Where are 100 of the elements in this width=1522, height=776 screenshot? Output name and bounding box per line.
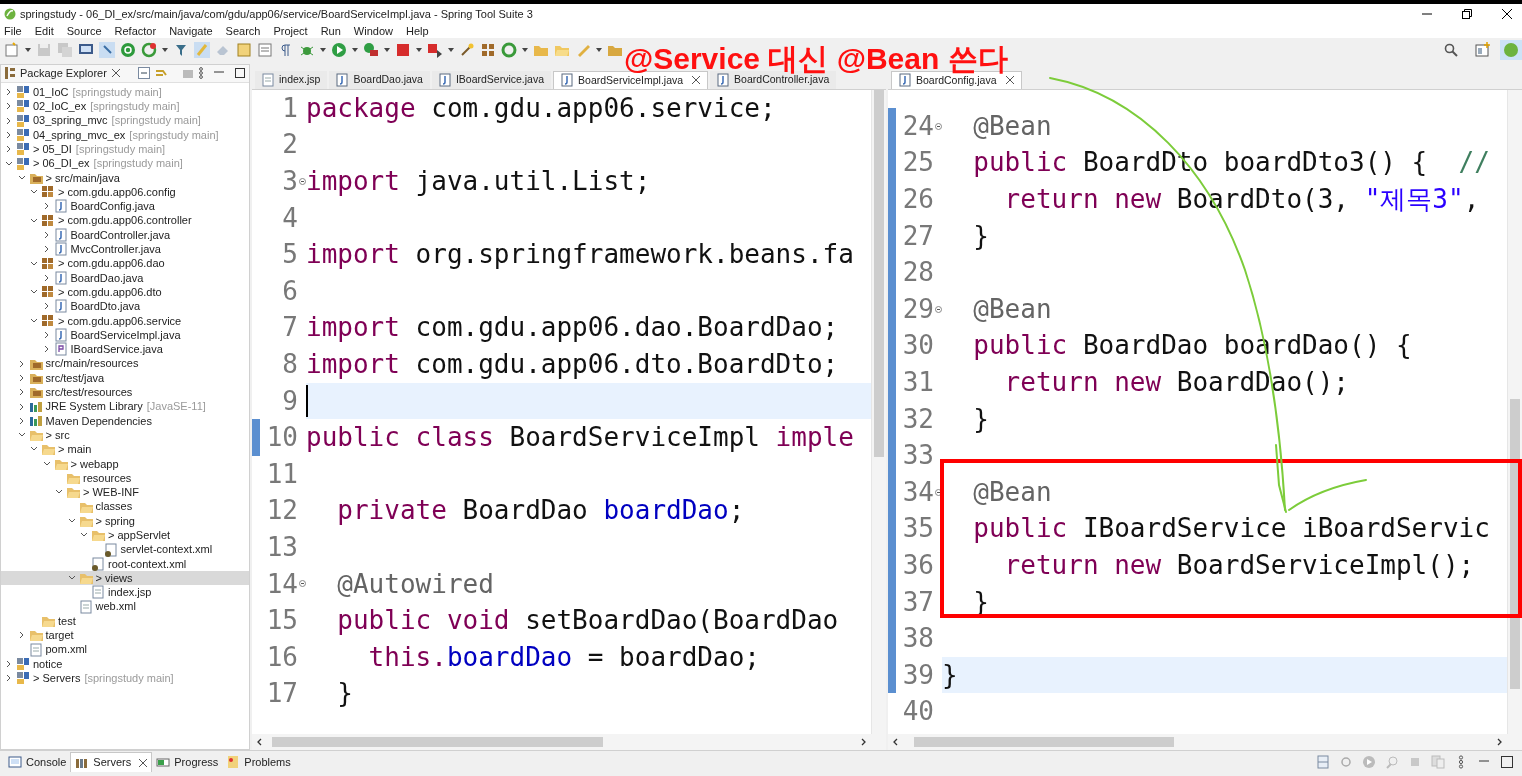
- chevron-down-icon[interactable]: [5, 159, 13, 168]
- chevron-right-icon[interactable]: [42, 245, 51, 254]
- panel-tab[interactable]: Progress: [152, 752, 223, 773]
- maximize-icon[interactable]: [1500, 755, 1514, 770]
- tree-item[interactable]: servlet-context.xml: [1, 542, 249, 557]
- tree-item[interactable]: > 05_DI [springstudy main]: [1, 142, 249, 157]
- tree-item[interactable]: classes: [1, 499, 249, 514]
- tree-item[interactable]: BoardDao.java: [1, 270, 249, 286]
- tree-item[interactable]: test: [1, 613, 249, 629]
- tree-item[interactable]: > com.gdu.app06.controller: [1, 213, 249, 228]
- panel-tab[interactable]: Servers: [70, 752, 153, 773]
- chevron-right-icon[interactable]: [17, 416, 26, 425]
- tree-item[interactable]: BoardConfig.java: [1, 199, 249, 214]
- deploy-icon[interactable]: [427, 41, 443, 58]
- tree-item[interactable]: pom.xml: [1, 642, 249, 657]
- dropdown-icon[interactable]: [384, 47, 390, 52]
- stop-icon[interactable]: [395, 41, 411, 58]
- tree-item[interactable]: 02_IoC_ex [springstudy main]: [1, 99, 249, 114]
- editor-tab[interactable]: IBoardService.java: [431, 70, 552, 89]
- chevron-right-icon[interactable]: [42, 345, 51, 354]
- tree-item[interactable]: src/test/java: [1, 370, 249, 386]
- power-icon[interactable]: [120, 41, 136, 58]
- tree-item[interactable]: > com.gdu.app06.config: [1, 184, 249, 200]
- chevron-down-icon[interactable]: [42, 459, 51, 468]
- package-icon[interactable]: [480, 41, 496, 58]
- dropdown-icon[interactable]: [448, 47, 454, 52]
- vertical-scrollbar[interactable]: [1507, 89, 1522, 735]
- tree-item[interactable]: src/test/resources: [1, 385, 249, 400]
- chevron-right-icon[interactable]: [5, 102, 13, 111]
- tree-item[interactable]: > src: [1, 428, 249, 443]
- tree-item[interactable]: Maven Dependencies: [1, 413, 249, 428]
- menu-item[interactable]: Refactor: [114, 22, 157, 40]
- tree-item[interactable]: > WEB-INF: [1, 485, 249, 500]
- chevron-right-icon[interactable]: [42, 231, 51, 239]
- chevron-right-icon[interactable]: [5, 145, 13, 154]
- close-icon[interactable]: [111, 69, 120, 78]
- tree-item[interactable]: resources: [1, 470, 249, 486]
- fold-icon[interactable]: [934, 122, 942, 130]
- fold-icon[interactable]: [298, 580, 306, 588]
- chevron-down-icon[interactable]: [17, 173, 26, 182]
- vertical-scrollbar[interactable]: [871, 89, 886, 735]
- tree-item[interactable]: > main: [1, 442, 249, 457]
- tree-item[interactable]: BoardController.java: [1, 227, 249, 243]
- menu-item[interactable]: Edit: [34, 22, 54, 40]
- close-icon[interactable]: [692, 76, 701, 85]
- chevron-right-icon[interactable]: [17, 388, 26, 397]
- run-tool-icon[interactable]: [363, 41, 379, 58]
- tree-item[interactable]: target: [1, 628, 249, 643]
- collapse-all-icon[interactable]: [138, 67, 150, 80]
- menu-item[interactable]: File: [4, 22, 22, 40]
- panel-tab[interactable]: Problems: [222, 752, 295, 773]
- tree-item[interactable]: BoardDto.java: [1, 299, 249, 314]
- menu-item[interactable]: Window: [353, 22, 393, 40]
- open-perspective-icon[interactable]: [1475, 41, 1491, 58]
- tree-item[interactable]: BoardServiceImpl.java: [1, 327, 249, 343]
- tree-item[interactable]: > views: [1, 570, 249, 586]
- cycle-icon[interactable]: [501, 41, 517, 58]
- tree-item[interactable]: > com.gdu.app06.dto: [1, 285, 249, 300]
- tree-item[interactable]: 04_spring_mvc_ex [springstudy main]: [1, 127, 249, 143]
- fold-icon[interactable]: [934, 305, 942, 313]
- chevron-right-icon[interactable]: [42, 302, 51, 311]
- close-icon[interactable]: [1005, 76, 1014, 85]
- dropdown-icon[interactable]: [416, 47, 422, 52]
- close-icon[interactable]: [139, 758, 148, 767]
- scroll-thumb[interactable]: [1510, 399, 1520, 689]
- scroll-thumb[interactable]: [913, 737, 1174, 748]
- chevron-right-icon[interactable]: [5, 659, 13, 668]
- scroll-thumb[interactable]: [271, 737, 603, 748]
- play-icon[interactable]: [331, 41, 347, 58]
- tree-item[interactable]: JRE System Library [JavaSE-11]: [1, 399, 249, 414]
- tree-item[interactable]: > Servers [springstudy main]: [1, 671, 249, 686]
- tree-item[interactable]: notice: [1, 656, 249, 672]
- chevron-down-icon[interactable]: [67, 516, 76, 525]
- tree-item[interactable]: > spring: [1, 513, 249, 529]
- more-options-icon[interactable]: [199, 67, 203, 80]
- fold-icon[interactable]: [298, 177, 306, 185]
- tree-item[interactable]: MvcController.java: [1, 242, 249, 257]
- tree-item[interactable]: > com.gdu.app06.service: [1, 313, 249, 328]
- tree-item[interactable]: > com.gdu.app06.dao: [1, 256, 249, 271]
- menu-item[interactable]: Run: [320, 22, 341, 40]
- tree-item[interactable]: root-context.xml: [1, 556, 249, 571]
- chevron-right-icon[interactable]: [5, 130, 13, 139]
- chevron-right-icon[interactable]: [5, 116, 13, 125]
- tree-item[interactable]: 03_spring_mvc [springstudy main]: [1, 113, 249, 128]
- fold-icon[interactable]: [934, 488, 942, 496]
- wizard-icon[interactable]: [459, 41, 475, 58]
- scroll-thumb[interactable]: [874, 89, 884, 458]
- dropdown-icon[interactable]: [320, 47, 326, 52]
- dropdown-icon[interactable]: [596, 47, 602, 52]
- dropdown-icon[interactable]: [25, 47, 31, 52]
- chevron-right-icon[interactable]: [5, 674, 13, 683]
- chevron-down-icon[interactable]: [30, 259, 38, 268]
- chevron-down-icon[interactable]: [30, 316, 38, 325]
- panel-tab[interactable]: Console: [4, 752, 71, 773]
- dropdown-icon[interactable]: [162, 47, 168, 52]
- scroll-left-icon[interactable]: [256, 738, 262, 747]
- chevron-right-icon[interactable]: [17, 359, 26, 368]
- menu-item[interactable]: Project: [273, 22, 308, 40]
- scroll-left-icon[interactable]: [892, 738, 898, 747]
- chevron-down-icon[interactable]: [30, 216, 38, 225]
